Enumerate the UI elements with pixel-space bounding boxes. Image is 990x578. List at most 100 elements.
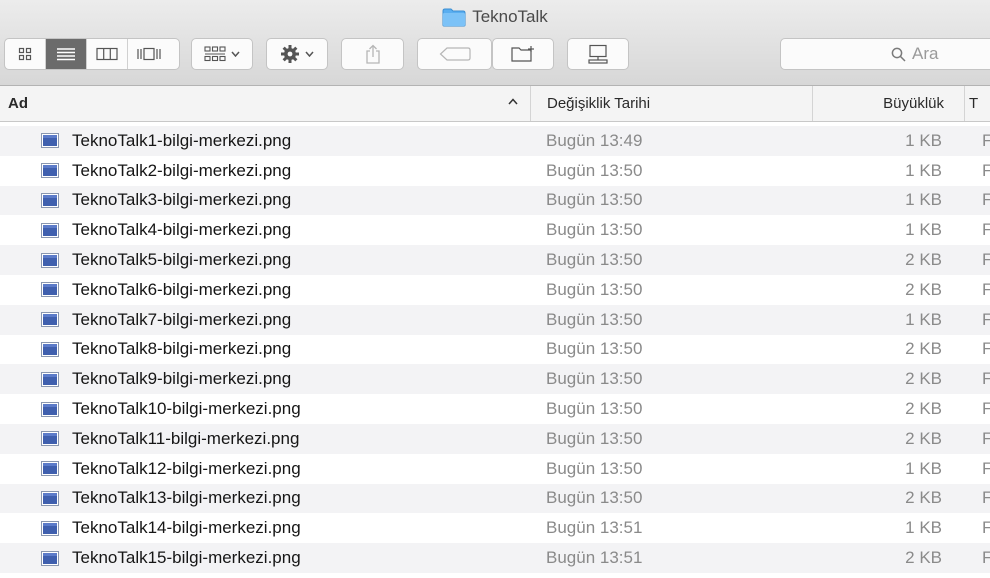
file-icon-cell	[40, 484, 60, 514]
search-placeholder: Ara	[912, 44, 939, 63]
file-date: Bugün 13:50	[546, 399, 643, 419]
file-date: Bugün 13:50	[546, 160, 643, 180]
file-icon-cell	[40, 305, 60, 335]
file-date: Bugün 13:50	[546, 250, 643, 270]
file-icon-cell	[40, 156, 60, 186]
column-header-name[interactable]: Ad	[0, 86, 530, 121]
file-icon-cell	[40, 513, 60, 543]
file-name: TeknoTalk3-bilgi-merkezi.png	[72, 190, 292, 210]
folder-icon	[442, 8, 466, 26]
png-file-icon	[41, 490, 59, 506]
file-kind: F	[982, 399, 990, 419]
file-row[interactable]: TeknoTalk7-bilgi-merkezi.png Bugün 13:50 1…	[0, 304, 990, 335]
file-row[interactable]: TeknoTalk13-bilgi-merkezi.png Bugün 13:50…	[0, 483, 990, 514]
file-name: TeknoTalk8-bilgi-merkezi.png	[72, 339, 292, 359]
file-row[interactable]: TeknoTalk12-bilgi-merkezi.png Bugün 13:50…	[0, 454, 990, 484]
file-row[interactable]: TeknoTalk2-bilgi-merkezi.png Bugün 13:50 1…	[0, 156, 990, 186]
list-icon	[57, 48, 75, 61]
arrange-button[interactable]	[191, 38, 253, 70]
file-date: Bugün 13:50	[546, 369, 643, 389]
new-folder-button[interactable]	[492, 38, 554, 70]
columns-icon	[96, 47, 118, 61]
file-date: Bugün 13:50	[546, 220, 643, 240]
file-row[interactable]: TeknoTalk3-bilgi-merkezi.png Bugün 13:50 1…	[0, 185, 990, 216]
list-view-button[interactable]	[46, 39, 87, 69]
file-date: Bugün 13:51	[546, 548, 643, 568]
file-date: Bugün 13:50	[546, 309, 643, 329]
share-icon	[365, 44, 380, 64]
file-size: 1 KB	[905, 220, 942, 240]
search-field[interactable]: Ara	[780, 38, 990, 70]
file-size: 1 KB	[905, 160, 942, 180]
icon-view-button[interactable]	[5, 39, 46, 69]
file-list: TeknoTalk1-bilgi-merkezi.png Bugün 13:49 1…	[0, 126, 990, 573]
view-mode-control	[4, 38, 180, 70]
action-button[interactable]	[266, 38, 328, 70]
png-file-icon	[41, 431, 59, 447]
column-header-date[interactable]: Değişiklik Tarihi	[530, 86, 812, 121]
file-row[interactable]: TeknoTalk11-bilgi-merkezi.png Bugün 13:50…	[0, 423, 990, 454]
file-icon-cell	[40, 215, 60, 245]
file-size: 1 KB	[905, 190, 942, 210]
column-view-button[interactable]	[87, 39, 128, 69]
coverflow-icon	[136, 47, 161, 61]
file-kind: F	[982, 190, 990, 210]
file-name: TeknoTalk2-bilgi-merkezi.png	[72, 160, 292, 180]
file-icon-cell	[40, 245, 60, 275]
file-name: TeknoTalk7-bilgi-merkezi.png	[72, 309, 292, 329]
arrange-grid-icon	[204, 46, 226, 62]
file-row[interactable]: TeknoTalk15-bilgi-merkezi.png Bugün 13:51…	[0, 543, 990, 573]
file-kind: F	[982, 488, 990, 508]
gear-icon	[281, 45, 299, 63]
file-kind: F	[982, 339, 990, 359]
file-date: Bugün 13:50	[546, 190, 643, 210]
file-kind: F	[982, 309, 990, 329]
file-row[interactable]: TeknoTalk10-bilgi-merkezi.png Bugün 13:50…	[0, 394, 990, 424]
file-row[interactable]: TeknoTalk5-bilgi-merkezi.png Bugün 13:50 2…	[0, 245, 990, 275]
file-date: Bugün 13:50	[546, 428, 643, 448]
file-size: 1 KB	[905, 518, 942, 538]
file-name: TeknoTalk5-bilgi-merkezi.png	[72, 250, 292, 270]
connect-server-button[interactable]	[567, 38, 629, 70]
window-title-text: TeknoTalk	[472, 7, 548, 26]
file-date: Bugün 13:50	[546, 279, 643, 299]
png-file-icon	[41, 550, 59, 566]
file-icon-cell	[40, 424, 60, 454]
file-icon-cell	[40, 364, 60, 394]
column-header-row: Ad Değişiklik Tarihi Büyüklük T	[0, 86, 990, 122]
tags-button[interactable]	[417, 38, 492, 70]
file-row[interactable]: TeknoTalk9-bilgi-merkezi.png Bugün 13:50 2…	[0, 364, 990, 395]
file-icon-cell	[40, 275, 60, 305]
file-row[interactable]: TeknoTalk4-bilgi-merkezi.png Bugün 13:50 1…	[0, 215, 990, 245]
sort-ascending-icon	[508, 98, 518, 105]
file-kind: F	[982, 279, 990, 299]
file-kind: F	[982, 220, 990, 240]
file-name: TeknoTalk9-bilgi-merkezi.png	[72, 369, 292, 389]
file-date: Bugün 13:50	[546, 458, 643, 478]
file-size: 2 KB	[905, 250, 942, 270]
file-row[interactable]: TeknoTalk6-bilgi-merkezi.png Bugün 13:50 2…	[0, 275, 990, 305]
new-folder-icon	[511, 46, 534, 62]
coverflow-view-button[interactable]	[128, 39, 169, 69]
file-size: 2 KB	[905, 369, 942, 389]
file-row[interactable]: TeknoTalk1-bilgi-merkezi.png Bugün 13:49 1…	[0, 126, 990, 156]
png-file-icon	[41, 163, 59, 179]
file-kind: F	[982, 130, 990, 150]
column-header-size[interactable]: Büyüklük	[812, 86, 964, 121]
file-kind: F	[982, 160, 990, 180]
file-row[interactable]: TeknoTalk14-bilgi-merkezi.png Bugün 13:51…	[0, 513, 990, 543]
file-size: 1 KB	[905, 309, 942, 329]
png-file-icon	[41, 341, 59, 357]
file-row[interactable]: TeknoTalk8-bilgi-merkezi.png Bugün 13:50 2…	[0, 335, 990, 365]
file-name: TeknoTalk14-bilgi-merkezi.png	[72, 518, 301, 538]
png-file-icon	[41, 133, 59, 149]
column-header-kind[interactable]: T	[964, 86, 990, 121]
window-titlebar: TeknoTalk Ara	[0, 0, 990, 86]
file-icon-cell	[40, 186, 60, 216]
column-header-date-label: Değişiklik Tarihi	[547, 95, 651, 112]
png-file-icon	[41, 520, 59, 536]
file-name: TeknoTalk4-bilgi-merkezi.png	[72, 220, 292, 240]
file-kind: F	[982, 518, 990, 538]
share-button[interactable]	[341, 38, 404, 70]
column-header-kind-label: T	[969, 95, 979, 112]
